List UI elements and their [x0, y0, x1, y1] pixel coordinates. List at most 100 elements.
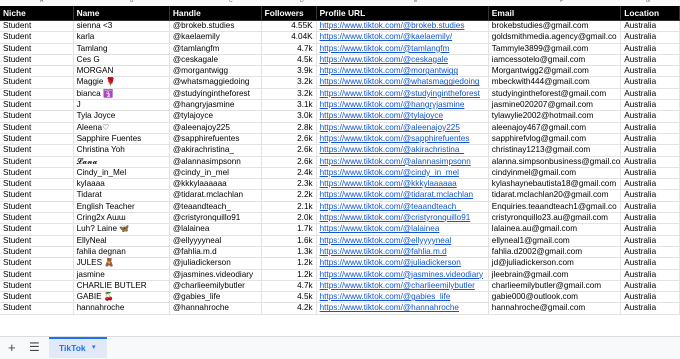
- cell-niche[interactable]: Student: [0, 201, 74, 214]
- cell-name[interactable]: Maggie 🌹: [73, 76, 170, 89]
- cell-email[interactable]: alanna.simpsonbusiness@gmail.co: [488, 156, 622, 168]
- cell-profile-url[interactable]: https://www.tiktok.com/@whatsmaggiedoing: [316, 76, 489, 89]
- cell-name[interactable]: J: [73, 99, 170, 112]
- cell-location[interactable]: Australia: [620, 110, 680, 123]
- cell-location[interactable]: Australia: [620, 235, 680, 247]
- cell-followers[interactable]: 4.5k: [261, 291, 317, 304]
- cell-profile-url[interactable]: https://www.tiktok.com/@juliadickerson: [316, 257, 489, 270]
- cell-email[interactable]: gabie000@outlook.com: [488, 291, 622, 304]
- cell-handle[interactable]: @tylajoyce: [169, 110, 262, 123]
- cell-location[interactable]: Australia: [620, 280, 680, 293]
- cell-name[interactable]: karla: [73, 31, 170, 44]
- cell-location[interactable]: Australia: [620, 291, 680, 304]
- cell-niche[interactable]: Student: [0, 144, 74, 157]
- column-letter-b[interactable]: B: [130, 0, 133, 4]
- cell-niche[interactable]: Student: [0, 99, 74, 112]
- cell-handle[interactable]: @tamlangfm: [169, 43, 262, 55]
- cell-location[interactable]: Australia: [620, 189, 680, 202]
- cell-location[interactable]: Australia: [620, 65, 680, 78]
- cell-followers[interactable]: 1.2k: [261, 269, 317, 281]
- cell-name[interactable]: 𝓛𝓪𝓷𝓪: [73, 156, 170, 168]
- column-letter-e[interactable]: E: [414, 0, 417, 4]
- header-name[interactable]: Name: [73, 6, 170, 21]
- cell-email[interactable]: christinay1213@gmail.com: [488, 144, 622, 157]
- cell-followers[interactable]: 4.7k: [261, 43, 317, 55]
- cell-email[interactable]: kylashaynebautista18@gmail.com: [488, 178, 622, 191]
- cell-email[interactable]: brokebstudies@gmail.com: [488, 20, 622, 33]
- cell-handle[interactable]: @kkkylaaaaaa: [169, 178, 262, 191]
- cell-name[interactable]: Cindy_in_Mel: [73, 167, 170, 180]
- cell-email[interactable]: jasmine020207@gmail.com: [488, 99, 622, 112]
- cell-profile-url[interactable]: https://www.tiktok.com/@aleenajoy225: [316, 122, 489, 134]
- cell-niche[interactable]: Student: [0, 223, 74, 236]
- cell-followers[interactable]: 4.2k: [261, 302, 317, 315]
- header-profile-url[interactable]: Profile URL: [316, 6, 489, 21]
- cell-handle[interactable]: @hannahroche: [169, 302, 262, 315]
- cell-niche[interactable]: Student: [0, 31, 74, 44]
- cell-profile-url[interactable]: https://www.tiktok.com/@teaandteach_: [316, 201, 489, 214]
- cell-name[interactable]: JULES 🧸: [73, 257, 170, 270]
- cell-handle[interactable]: @brokeb.studies: [169, 20, 262, 33]
- cell-followers[interactable]: 2.6k: [261, 156, 317, 168]
- cell-location[interactable]: Australia: [620, 99, 680, 112]
- cell-profile-url[interactable]: https://www.tiktok.com/@cristyronquillo9…: [316, 212, 489, 225]
- cell-profile-url[interactable]: https://www.tiktok.com/@charlieemilybutl…: [316, 280, 489, 293]
- cell-niche[interactable]: Student: [0, 189, 74, 202]
- cell-location[interactable]: Australia: [620, 178, 680, 191]
- cell-niche[interactable]: Student: [0, 269, 74, 281]
- cell-followers[interactable]: 4.7k: [261, 280, 317, 293]
- cell-followers[interactable]: 4.5k: [261, 54, 317, 67]
- header-niche[interactable]: Niche: [0, 6, 74, 21]
- cell-niche[interactable]: Student: [0, 178, 74, 191]
- cell-followers[interactable]: 1.2k: [261, 257, 317, 270]
- cell-email[interactable]: hannahroche@gmail.com: [488, 302, 622, 315]
- cell-profile-url[interactable]: https://www.tiktok.com/@brokeb.studies: [316, 20, 489, 33]
- cell-location[interactable]: Australia: [620, 54, 680, 67]
- cell-followers[interactable]: 1.6k: [261, 235, 317, 247]
- cell-followers[interactable]: 2.6k: [261, 144, 317, 157]
- plus-icon[interactable]: +: [8, 340, 16, 355]
- cell-followers[interactable]: 3.1k: [261, 99, 317, 112]
- cell-handle[interactable]: @whatsmaggiedoing: [169, 76, 262, 89]
- cell-followers[interactable]: 4.55K: [261, 20, 317, 33]
- cell-niche[interactable]: Student: [0, 122, 74, 134]
- cell-email[interactable]: Enquiries.teaandteach1@gmail.co: [488, 201, 622, 214]
- cell-followers[interactable]: 2.8k: [261, 122, 317, 134]
- cell-location[interactable]: Australia: [620, 269, 680, 281]
- header-location[interactable]: Location: [620, 6, 680, 21]
- cell-handle[interactable]: @lalainea: [169, 223, 262, 236]
- tab-tiktok[interactable]: TikTok ▾: [49, 337, 107, 358]
- cell-followers[interactable]: 3.2k: [261, 88, 317, 101]
- cell-location[interactable]: Australia: [620, 133, 680, 146]
- cell-niche[interactable]: Student: [0, 257, 74, 270]
- cell-location[interactable]: Australia: [620, 144, 680, 157]
- cell-handle[interactable]: @morgantwigg: [169, 65, 262, 78]
- cell-followers[interactable]: 1.7k: [261, 223, 317, 236]
- cell-email[interactable]: cindyinmel@gmail.com: [488, 167, 622, 180]
- cell-profile-url[interactable]: https://www.tiktok.com/@cindy_in_mel: [316, 167, 489, 180]
- cell-email[interactable]: Morgantwigg2@gmail.com: [488, 65, 622, 78]
- cell-handle[interactable]: @aleenajoy225: [169, 122, 262, 134]
- cell-name[interactable]: Tamlang: [73, 43, 170, 55]
- cell-profile-url[interactable]: https://www.tiktok.com/@hannahroche: [316, 302, 489, 315]
- cell-name[interactable]: Luh? Laine 🦋: [73, 223, 170, 236]
- column-letter-f[interactable]: F: [560, 0, 563, 4]
- cell-niche[interactable]: Student: [0, 20, 74, 33]
- cell-handle[interactable]: @teaandteach_: [169, 201, 262, 214]
- cell-name[interactable]: MORGAN: [73, 65, 170, 78]
- cell-handle[interactable]: @juliadickerson: [169, 257, 262, 270]
- cell-name[interactable]: jasmine: [73, 269, 170, 281]
- column-letter-c[interactable]: C: [229, 0, 233, 4]
- cell-email[interactable]: cristyronquillo23.au@gmail.com: [488, 212, 622, 225]
- cell-niche[interactable]: Student: [0, 235, 74, 247]
- cell-profile-url[interactable]: https://www.tiktok.com/@tamlangfm: [316, 43, 489, 55]
- cell-name[interactable]: hannahroche: [73, 302, 170, 315]
- cell-niche[interactable]: Student: [0, 76, 74, 89]
- cell-handle[interactable]: @ellyyyyneal: [169, 235, 262, 247]
- cell-niche[interactable]: Student: [0, 291, 74, 304]
- cell-email[interactable]: ellyneal1@gmail.com: [488, 235, 622, 247]
- cell-name[interactable]: CHARLIE BUTLER: [73, 280, 170, 293]
- cell-handle[interactable]: @ceskagale: [169, 54, 262, 67]
- cell-location[interactable]: Australia: [620, 88, 680, 101]
- cell-profile-url[interactable]: https://www.tiktok.com/@studyinginthefor…: [316, 88, 489, 101]
